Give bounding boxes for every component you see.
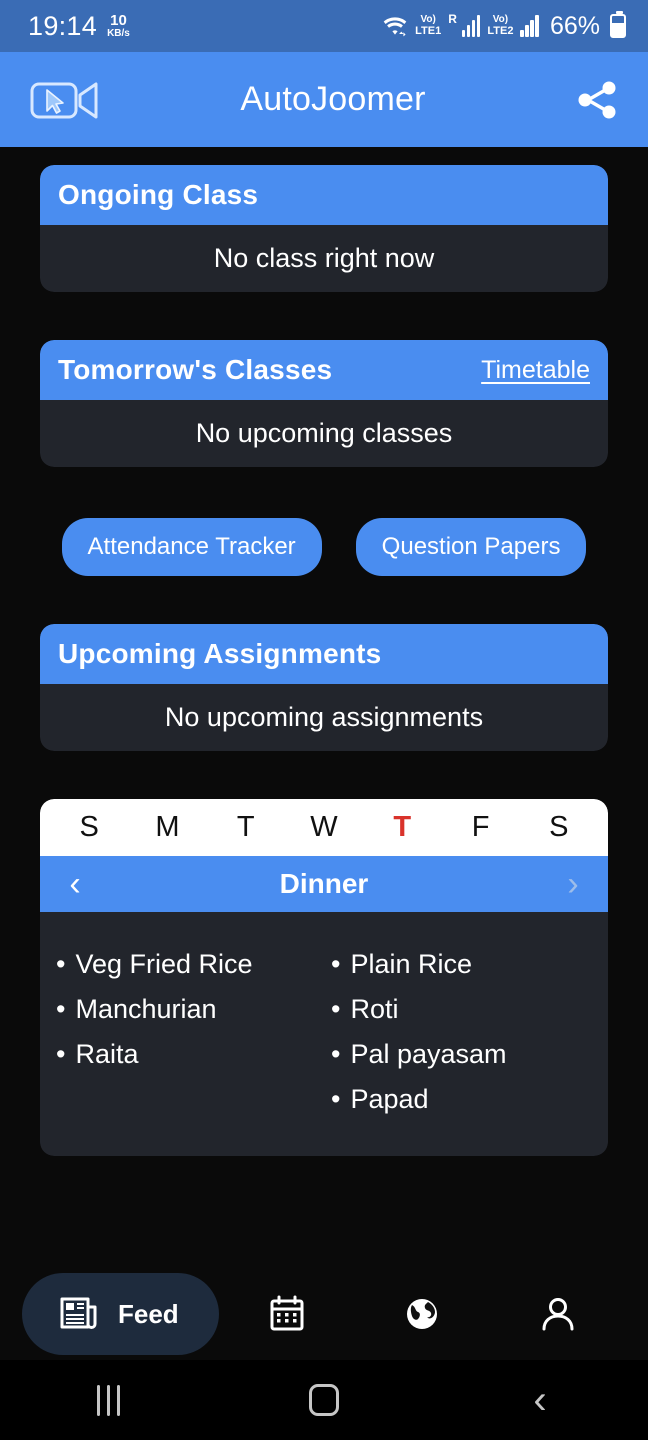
weekday-friday[interactable]: F xyxy=(441,811,519,844)
weekday-tuesday[interactable]: T xyxy=(207,811,285,844)
ongoing-class-title: Ongoing Class xyxy=(58,179,259,210)
battery-percent: 66% xyxy=(549,11,600,40)
weekday-selector: S M T W T F S xyxy=(40,799,608,856)
network-speed-unit: KB/s xyxy=(107,27,130,39)
menu-item: • Papad xyxy=(331,1077,592,1122)
chevron-right-icon[interactable]: › xyxy=(558,867,588,901)
tomorrow-classes-card: Tomorrow's Classes Timetable No upcoming… xyxy=(40,340,608,467)
sim1-signal-icon xyxy=(461,15,481,37)
sim2-volte-label: Vo) xyxy=(492,13,509,25)
bottom-navigation-items xyxy=(219,1291,626,1337)
sim2-signal-icon xyxy=(520,15,539,37)
meal-label: Dinner xyxy=(279,868,369,899)
sim1-volte-label: Vo) xyxy=(420,13,436,25)
weekday-saturday[interactable]: S xyxy=(520,811,598,844)
tomorrow-classes-body: No upcoming classes xyxy=(40,400,608,467)
sim1-volte-indicator: Vo) LTE1 xyxy=(415,13,442,37)
app-bar: AutoJoomer xyxy=(0,52,648,147)
bullet-icon: • xyxy=(56,1039,66,1070)
back-icon[interactable]: ‹ xyxy=(432,1380,648,1420)
ongoing-class-card: Ongoing Class No class right now xyxy=(40,165,608,292)
sim2-network-label: LTE2 xyxy=(487,24,514,37)
menu-item-label: Pal payasam xyxy=(350,1039,507,1070)
globe-icon[interactable] xyxy=(399,1291,445,1337)
bullet-icon: • xyxy=(331,949,341,979)
bullet-icon: • xyxy=(56,994,66,1025)
timetable-link[interactable]: Timetable xyxy=(481,356,590,385)
android-navigation-bar: ‹ xyxy=(0,1360,648,1440)
menu-item: • Raita xyxy=(56,1032,317,1077)
upcoming-assignments-body: No upcoming assignments xyxy=(40,684,608,751)
upcoming-assignments-title: Upcoming Assignments xyxy=(58,638,382,669)
question-papers-button[interactable]: Question Papers xyxy=(355,518,587,576)
nav-item-feed-label: Feed xyxy=(118,1298,179,1329)
roaming-icon: R xyxy=(448,11,457,26)
tomorrow-classes-title: Tomorrow's Classes xyxy=(58,354,333,385)
bullet-icon: • xyxy=(331,1084,341,1115)
quick-actions-row: Attendance Tracker Question Papers xyxy=(40,515,608,576)
menu-item: • Veg Fried Rice xyxy=(56,942,317,987)
bullet-icon: • xyxy=(56,949,66,979)
sim1-network-label: LTE1 xyxy=(415,24,442,37)
menu-item: • Manchurian xyxy=(56,987,317,1032)
menu-item-label: Manchurian xyxy=(75,994,217,1025)
mess-menu-card: S M T W T F S ‹ Dinner › • Veg Fried Ric… xyxy=(40,799,608,1157)
menu-item-label: Raita xyxy=(75,1039,139,1070)
ongoing-class-body: No class right now xyxy=(40,225,608,292)
menu-item-label: Roti xyxy=(350,994,399,1025)
bullet-icon: • xyxy=(331,994,341,1025)
network-speed-value: 10 xyxy=(110,11,127,29)
network-speed: 10 KB/s xyxy=(107,13,130,40)
menu-column-right: • Plain Rice • Roti • Pal payasam • Papa… xyxy=(317,942,592,1122)
sim2-volte-indicator: Vo) LTE2 xyxy=(487,13,514,37)
chevron-left-icon[interactable]: ‹ xyxy=(60,867,90,901)
weekday-monday[interactable]: M xyxy=(128,811,206,844)
status-time: 19:14 xyxy=(28,10,98,41)
upcoming-assignments-card: Upcoming Assignments No upcoming assignm… xyxy=(40,624,608,751)
nav-item-feed[interactable]: Feed xyxy=(22,1273,219,1355)
person-icon[interactable] xyxy=(535,1291,581,1337)
upcoming-assignments-header: Upcoming Assignments xyxy=(40,624,608,684)
share-icon[interactable] xyxy=(572,75,622,125)
recents-icon[interactable] xyxy=(0,1384,216,1416)
status-bar-left: 19:14 10 KB/s xyxy=(28,10,130,41)
weekday-wednesday[interactable]: W xyxy=(285,811,363,844)
menu-item-label: Veg Fried Rice xyxy=(75,949,253,979)
newspaper-icon xyxy=(56,1291,102,1337)
page-title: AutoJoomer xyxy=(240,80,426,118)
video-camera-cursor-icon[interactable] xyxy=(28,75,104,125)
battery-icon xyxy=(610,11,626,38)
menu-column-left: • Veg Fried Rice • Manchurian • Raita xyxy=(56,942,317,1122)
tomorrow-classes-header: Tomorrow's Classes Timetable xyxy=(40,340,608,400)
menu-item: • Pal payasam xyxy=(331,1032,592,1077)
weekday-sunday[interactable]: S xyxy=(50,811,128,844)
bullet-icon: • xyxy=(331,1039,341,1070)
main-content: Ongoing Class No class right now Tomorro… xyxy=(0,147,648,1440)
menu-item-label: Papad xyxy=(350,1084,429,1115)
menu-item-label: Plain Rice xyxy=(350,949,473,979)
calendar-icon[interactable] xyxy=(264,1291,310,1337)
menu-item: • Roti xyxy=(331,987,592,1032)
attendance-tracker-button[interactable]: Attendance Tracker xyxy=(61,518,322,576)
meal-navigator: ‹ Dinner › xyxy=(40,856,608,912)
bottom-navigation: Feed xyxy=(0,1268,648,1360)
status-bar: 19:14 10 KB/s Vo) LTE1 R Vo) LTE2 66% xyxy=(0,0,648,52)
weekday-thursday[interactable]: T xyxy=(363,811,441,844)
menu-item: • Plain Rice xyxy=(331,942,592,987)
home-icon[interactable] xyxy=(216,1384,432,1416)
wifi-icon xyxy=(382,14,408,38)
status-bar-right: Vo) LTE1 R Vo) LTE2 66% xyxy=(382,11,626,41)
ongoing-class-header: Ongoing Class xyxy=(40,165,608,225)
menu-items-container: • Veg Fried Rice • Manchurian • Raita • … xyxy=(40,912,608,1157)
